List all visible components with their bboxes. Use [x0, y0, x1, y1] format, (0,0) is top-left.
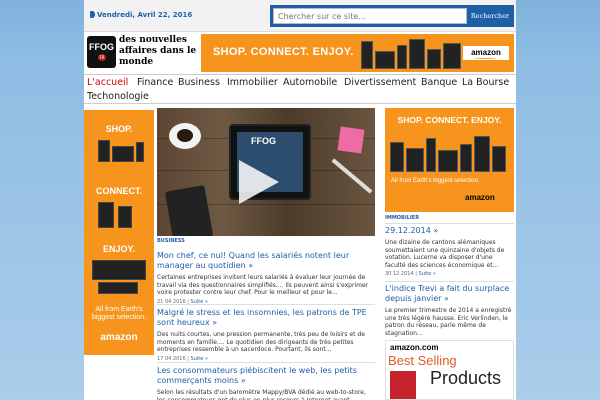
bestsell-line1: Best Selling [388, 353, 457, 368]
article-excerpt: Des nuits courtes, une pression permanen… [157, 331, 365, 353]
sidebar-article-date: 30 12 2014 [385, 271, 414, 277]
category-label[interactable]: BUSINESS [157, 238, 185, 244]
logo-badge: FR [98, 54, 106, 61]
sidebar-article-title[interactable]: 29.12.2014 » [385, 226, 514, 236]
amazon-banner-top[interactable]: SHOP. CONNECT. ENJOY. amazon [201, 34, 514, 72]
sidebar-article-excerpt: Une dizaine de cantons alémaniques soume… [385, 239, 505, 269]
amazon-logo-left: amazon [100, 332, 138, 343]
read-more-link[interactable]: Suite » [191, 356, 208, 362]
product-image [92, 260, 146, 280]
product-images [361, 37, 461, 69]
divider [157, 304, 375, 305]
amazon-logo: amazon [463, 46, 509, 60]
product-image [98, 202, 114, 228]
main-nav: L'accueil Finance Business Immobilier Au… [84, 74, 516, 104]
top-bar: Vendredi, Avril 22, 2016 Rechercher [84, 0, 516, 32]
amazon-logo-right: amazon [465, 193, 495, 202]
bestsell-line2: Products [430, 368, 502, 388]
sidebar-article-title[interactable]: L'indice Trevi a fait du surplace depuis… [385, 284, 514, 304]
sidebar-article-meta: 30 12 2014 | Suite » [385, 271, 436, 277]
sidebar-news: IMMOBILIER 29.12.2014 » Une dizaine de c… [385, 215, 514, 337]
site-tagline: des nouvelles affaires dans le monde [119, 35, 197, 67]
phone-image [164, 184, 214, 236]
sidebar-category[interactable]: IMMOBILIER [385, 215, 514, 221]
divider [385, 281, 514, 282]
amazon-smile-icon [473, 56, 497, 59]
product-image [112, 146, 134, 162]
article-item: Les consommateurs plébiscitent le web, l… [157, 366, 375, 400]
search-button[interactable]: Rechercher [469, 8, 511, 24]
amazon-ad-left[interactable]: SHOP. CONNECT. ENJOY. All from Earth's b… [84, 110, 154, 355]
article-excerpt: Certaines entreprises invitent leurs sal… [157, 274, 369, 296]
ad-enjoy-text: ENJOY. [102, 244, 135, 254]
nav-item-banque[interactable]: Banque [421, 77, 457, 88]
product-image [98, 140, 110, 162]
search-box: Rechercher [270, 5, 514, 27]
site-logo[interactable]: FFOG FR [87, 36, 116, 68]
read-more-link[interactable]: Suite » [419, 271, 436, 277]
nav-item-la-bourse[interactable]: La Bourse [462, 77, 509, 88]
product-image [136, 142, 144, 162]
amazon-ad-right[interactable]: SHOP. CONNECT. ENJOY. All from Earth's b… [385, 108, 514, 212]
amazon-com-logo: amazon.com [390, 343, 439, 352]
ad-shop-text: SHOP. [105, 124, 133, 134]
banner-text: SHOP. CONNECT. ENJOY. [213, 46, 354, 58]
sticky-note-image [337, 126, 365, 154]
bookmark-icon [90, 11, 95, 18]
current-date: Vendredi, Avril 22, 2016 [90, 11, 192, 19]
article-title[interactable]: Malgré le stress et les insomnies, les p… [157, 308, 375, 328]
article-meta: 17 04 2016 | Suite » [157, 355, 208, 362]
hero-logo-text: FFOG [251, 136, 276, 146]
date-text: Vendredi, Avril 22, 2016 [97, 11, 193, 19]
pen-image [331, 158, 373, 194]
play-icon[interactable] [239, 160, 279, 204]
nav-item-accueil[interactable]: L'accueil [87, 77, 128, 88]
ad-right-text: SHOP. CONNECT. ENJOY. [397, 115, 502, 125]
nav-item-immobilier[interactable]: Immobilier [227, 77, 278, 88]
ad-connect-text: CONNECT. [95, 186, 142, 196]
article-excerpt: Selon les résultats d'un baromètre Mappy… [157, 389, 366, 400]
article-title[interactable]: Les consommateurs plébiscitent le web, l… [157, 366, 375, 386]
amazon-bestsellers-ad[interactable]: amazon.com Best Selling Products [385, 340, 514, 400]
search-input[interactable] [273, 8, 467, 24]
sidebar-article-excerpt: Le premier trimestre de 2014 a enregistr… [385, 307, 512, 337]
logo-text: FFOG [89, 42, 114, 52]
product-image [118, 206, 132, 228]
divider [385, 223, 514, 224]
nav-item-techonologie[interactable]: Techonologie [87, 91, 149, 102]
page-container: Vendredi, Avril 22, 2016 Rechercher FFOG… [84, 0, 516, 400]
ad-right-tagline: All from Earth's biggest selection. [391, 178, 480, 184]
article-item: Mon chef, ce nul! Quand les salariés not… [157, 251, 375, 305]
nav-item-automobile[interactable]: Automobile [283, 77, 337, 88]
product-image [390, 371, 416, 399]
article-date: 17 04 2016 [157, 355, 186, 362]
product-image [98, 282, 138, 294]
article-title[interactable]: Mon chef, ce nul! Quand les salariés not… [157, 251, 375, 271]
nav-item-finance[interactable]: Finance [137, 77, 173, 88]
product-images [390, 132, 508, 172]
hero-video[interactable]: FFOG [157, 108, 375, 236]
article-item: Malgré le stress et les insomnies, les p… [157, 308, 375, 362]
nav-item-divertissement[interactable]: Divertissement [344, 77, 416, 88]
ad-tagline: All from Earth's biggest selection. [91, 306, 147, 321]
nav-item-business[interactable]: Business [178, 77, 220, 88]
divider [157, 362, 375, 363]
coffee-cup-image [169, 123, 201, 149]
